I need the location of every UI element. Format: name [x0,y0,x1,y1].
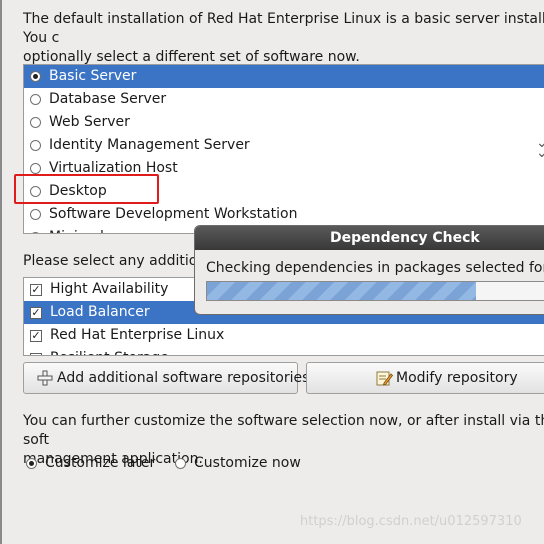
environment-label: Identity Management Server [49,137,250,153]
checkbox[interactable] [30,352,42,355]
intro-text: The default installation of Red Hat Ente… [23,11,544,65]
radio-button[interactable] [30,117,41,128]
checkbox[interactable]: ✓ [30,283,42,296]
progress-fill [207,282,476,300]
scroll-indicator-icon: ⌄ ⌄ [536,135,544,161]
customize-later-label: Customize later [45,455,156,471]
dialog-title: Dependency Check [195,226,544,250]
radio-button[interactable] [30,209,41,220]
customize-now-label: Customize now [194,455,301,471]
environment-label: Basic Server [49,68,137,84]
environment-label: Minimal [49,226,104,233]
environment-label: Database Server [49,91,167,107]
dialog-message: Checking dependencies in packages select… [206,260,544,276]
add-repositories-label: Add additional software repositories [57,370,310,386]
radio-button[interactable] [175,457,186,469]
radio-button[interactable] [30,232,41,233]
radio-button[interactable] [30,163,41,174]
addon-prompt: Please select any additional [23,253,219,269]
plus-icon [37,370,53,386]
watermark: https://blog.csdn.net/u012597310 [300,514,522,529]
desktop-highlight-annotation [14,174,159,204]
progress-bar [206,281,544,301]
add-repositories-button[interactable]: Add additional software repositories [23,362,309,394]
customize-later-option[interactable]: Customize later [26,455,155,471]
edit-icon [376,371,393,386]
modify-repository-button[interactable]: Modify repository [306,362,544,394]
customize-now-option[interactable]: Customize now [175,455,301,471]
checkbox[interactable]: ✓ [30,306,42,319]
addon-label: Red Hat Enterprise Linux [50,327,225,343]
environment-list[interactable]: Basic Server Database Server Web Server … [23,64,544,234]
environment-option[interactable]: Identity Management Server [24,134,544,157]
environment-option[interactable]: Database Server [24,88,544,111]
radio-button[interactable] [30,140,41,151]
environment-option[interactable]: Software Development Workstation [24,203,544,226]
addon-label: Resilient Storage [50,347,169,355]
environment-option[interactable]: Basic Server [24,65,544,88]
addon-option[interactable]: Resilient Storage [24,347,544,355]
environment-label: Software Development Workstation [49,206,298,222]
radio-button[interactable] [30,94,41,105]
addon-label: Load Balancer [50,304,150,320]
environment-label: Web Server [49,114,130,130]
modify-repository-label: Modify repository [396,370,518,386]
environment-option[interactable]: Web Server [24,111,544,134]
addon-option[interactable]: ✓ Red Hat Enterprise Linux [24,324,544,347]
radio-button[interactable] [30,71,41,82]
addon-label: Hight Availability [50,281,169,297]
radio-button[interactable] [26,457,37,469]
dependency-check-dialog: Dependency Check Checking dependencies i… [194,225,544,315]
window-edge [0,0,2,544]
checkbox[interactable]: ✓ [30,329,42,342]
